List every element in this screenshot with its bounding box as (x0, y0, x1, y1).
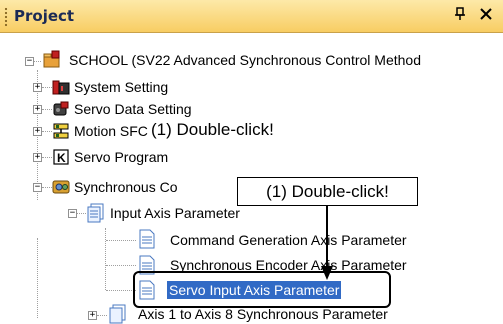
double-click-hint-inline: (1) Double-click! (151, 120, 274, 139)
motion-sfc-icon (52, 122, 70, 140)
tree-connector-line (42, 87, 52, 88)
double-click-hint-text: (1) Double-click! (266, 182, 389, 201)
expand-system-setting-toggle[interactable]: + (33, 83, 42, 92)
expand-axis-params-toggle[interactable]: + (88, 311, 97, 320)
tree-connector-line (42, 187, 52, 188)
collapse-synchronous-control-toggle[interactable]: − (33, 183, 42, 192)
tree-connector-line (106, 265, 136, 266)
tree-root-label[interactable]: SCHOOL (SV22 Advanced Synchronous Contro… (69, 51, 421, 69)
tree-item-servo-program[interactable]: Servo Program (74, 148, 168, 166)
tree-connector-line (34, 61, 41, 62)
tree-connector-line (42, 109, 52, 110)
expand-motion-sfc-toggle[interactable]: + (33, 127, 42, 136)
tree-item-synchronous-control[interactable]: Synchronous Co (74, 178, 178, 196)
panel-title: Project (14, 7, 75, 25)
expand-servo-program-toggle[interactable]: + (33, 153, 42, 162)
expand-servo-data-toggle[interactable]: + (33, 105, 42, 114)
tree-connector-line (106, 290, 136, 291)
system-setting-icon (52, 78, 70, 96)
close-icon[interactable] (480, 6, 492, 24)
parameter-folder-icon (86, 203, 104, 223)
tree-connector-line (76, 213, 86, 214)
servo-program-icon: K (52, 148, 70, 166)
tree-connector-line (42, 157, 52, 158)
servo-data-icon (52, 100, 70, 118)
project-folder-icon (42, 50, 60, 68)
tree-item-motion-sfc[interactable]: Motion SFC (74, 122, 148, 140)
project-panel: Project − SCHOOL (SV22 Advanced Synchron… (0, 0, 503, 324)
tree-item-servo-data-setting[interactable]: Servo Data Setting (74, 100, 192, 118)
tree-connector-line (97, 315, 107, 316)
tree-item-input-axis-parameter[interactable]: Input Axis Parameter (110, 204, 240, 222)
tree-connector-line (106, 240, 136, 241)
synchronous-control-icon (52, 178, 70, 196)
tree-item-command-generation-axis[interactable]: Command Generation Axis Parameter (170, 231, 407, 249)
tree-item-axis-parameters[interactable]: Axis 1 to Axis 8 Synchronous Parameter (138, 305, 388, 323)
tree-connector-line (42, 131, 52, 132)
parameter-folder-icon (108, 304, 126, 324)
tree-connector-line (37, 238, 38, 318)
pin-icon[interactable] (454, 7, 466, 25)
tree-connector-line (105, 228, 106, 290)
document-icon (138, 229, 156, 249)
target-highlight-box (133, 271, 391, 308)
tree-item-system-setting[interactable]: System Setting (74, 78, 168, 96)
grip-handle-icon[interactable] (4, 7, 8, 27)
panel-title-bar[interactable]: Project (0, 0, 503, 33)
svg-text:K: K (57, 151, 66, 165)
double-click-hint-callout: (1) Double-click! (237, 177, 418, 206)
collapse-input-axis-toggle[interactable]: − (68, 209, 77, 218)
collapse-root-toggle[interactable]: − (25, 57, 34, 66)
